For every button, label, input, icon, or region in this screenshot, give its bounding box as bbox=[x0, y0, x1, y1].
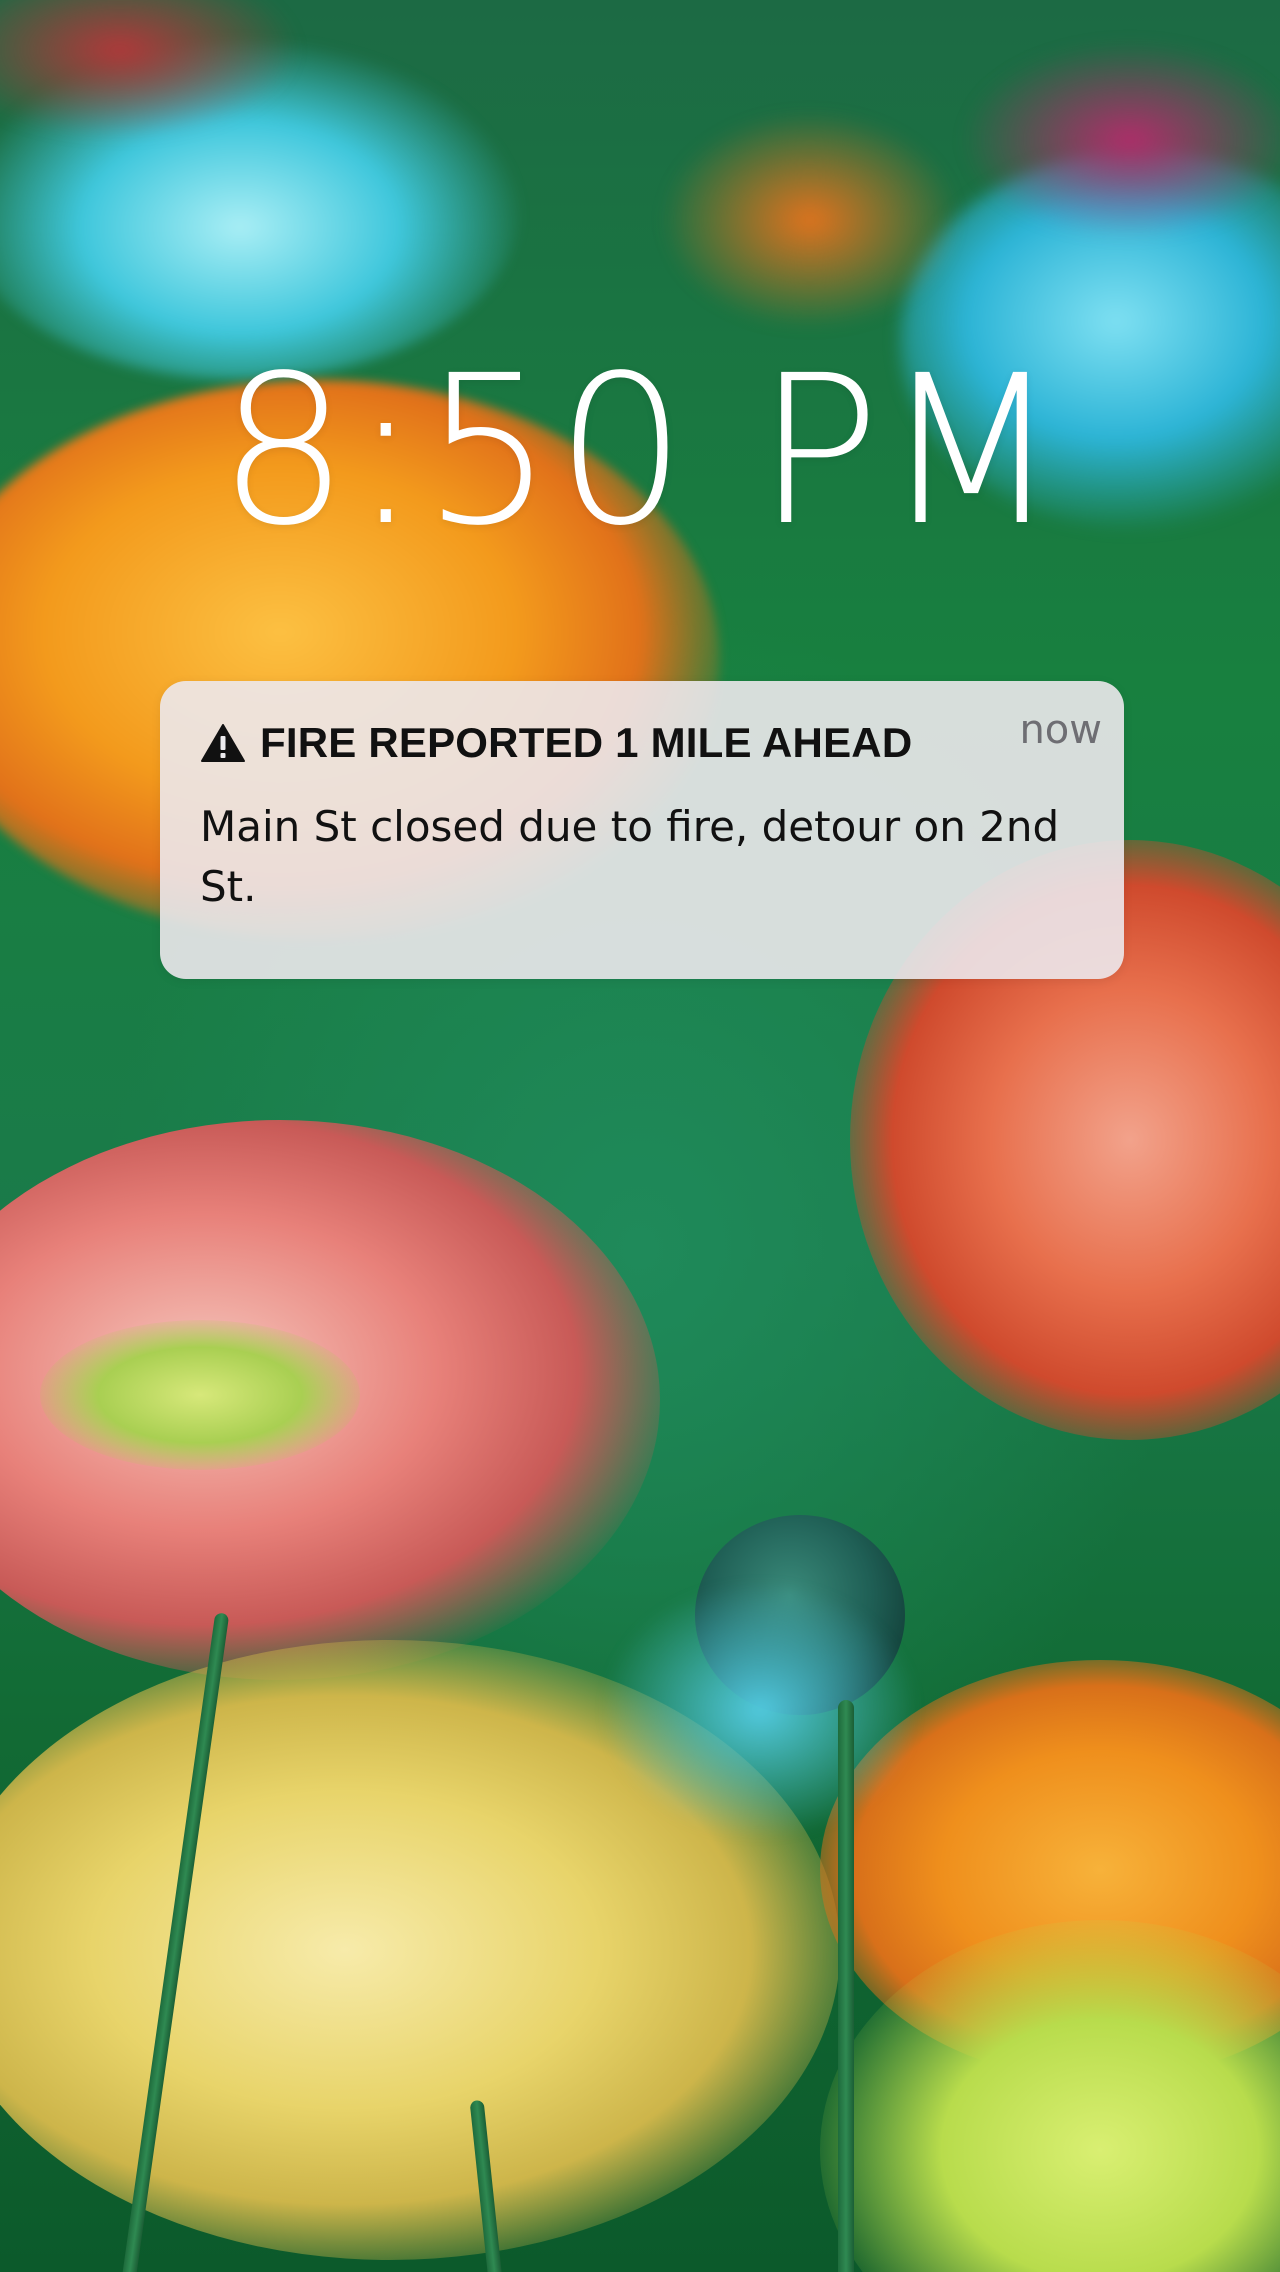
wallpaper-stem bbox=[838, 1700, 854, 2272]
wallpaper-flower-orange-top bbox=[660, 110, 960, 330]
notification-title-group: FIRE REPORTED 1 MILE AHEAD bbox=[200, 719, 912, 767]
notification-header: FIRE REPORTED 1 MILE AHEAD now bbox=[200, 707, 1102, 767]
wallpaper-flower-teal-bottom bbox=[600, 1580, 920, 1840]
notification-body: Main St closed due to fire, detour on 2n… bbox=[200, 802, 1060, 911]
lockscreen-clock: 8:50 PM bbox=[217, 331, 1063, 571]
notification-timestamp: now bbox=[1019, 707, 1102, 753]
wallpaper-flower-magenta bbox=[960, 40, 1280, 240]
warning-triangle-icon bbox=[200, 723, 246, 763]
wallpaper-flower-stamen bbox=[40, 1320, 360, 1470]
notification-card[interactable]: FIRE REPORTED 1 MILE AHEAD now Main St c… bbox=[160, 681, 1124, 979]
notification-title: FIRE REPORTED 1 MILE AHEAD bbox=[260, 719, 913, 766]
